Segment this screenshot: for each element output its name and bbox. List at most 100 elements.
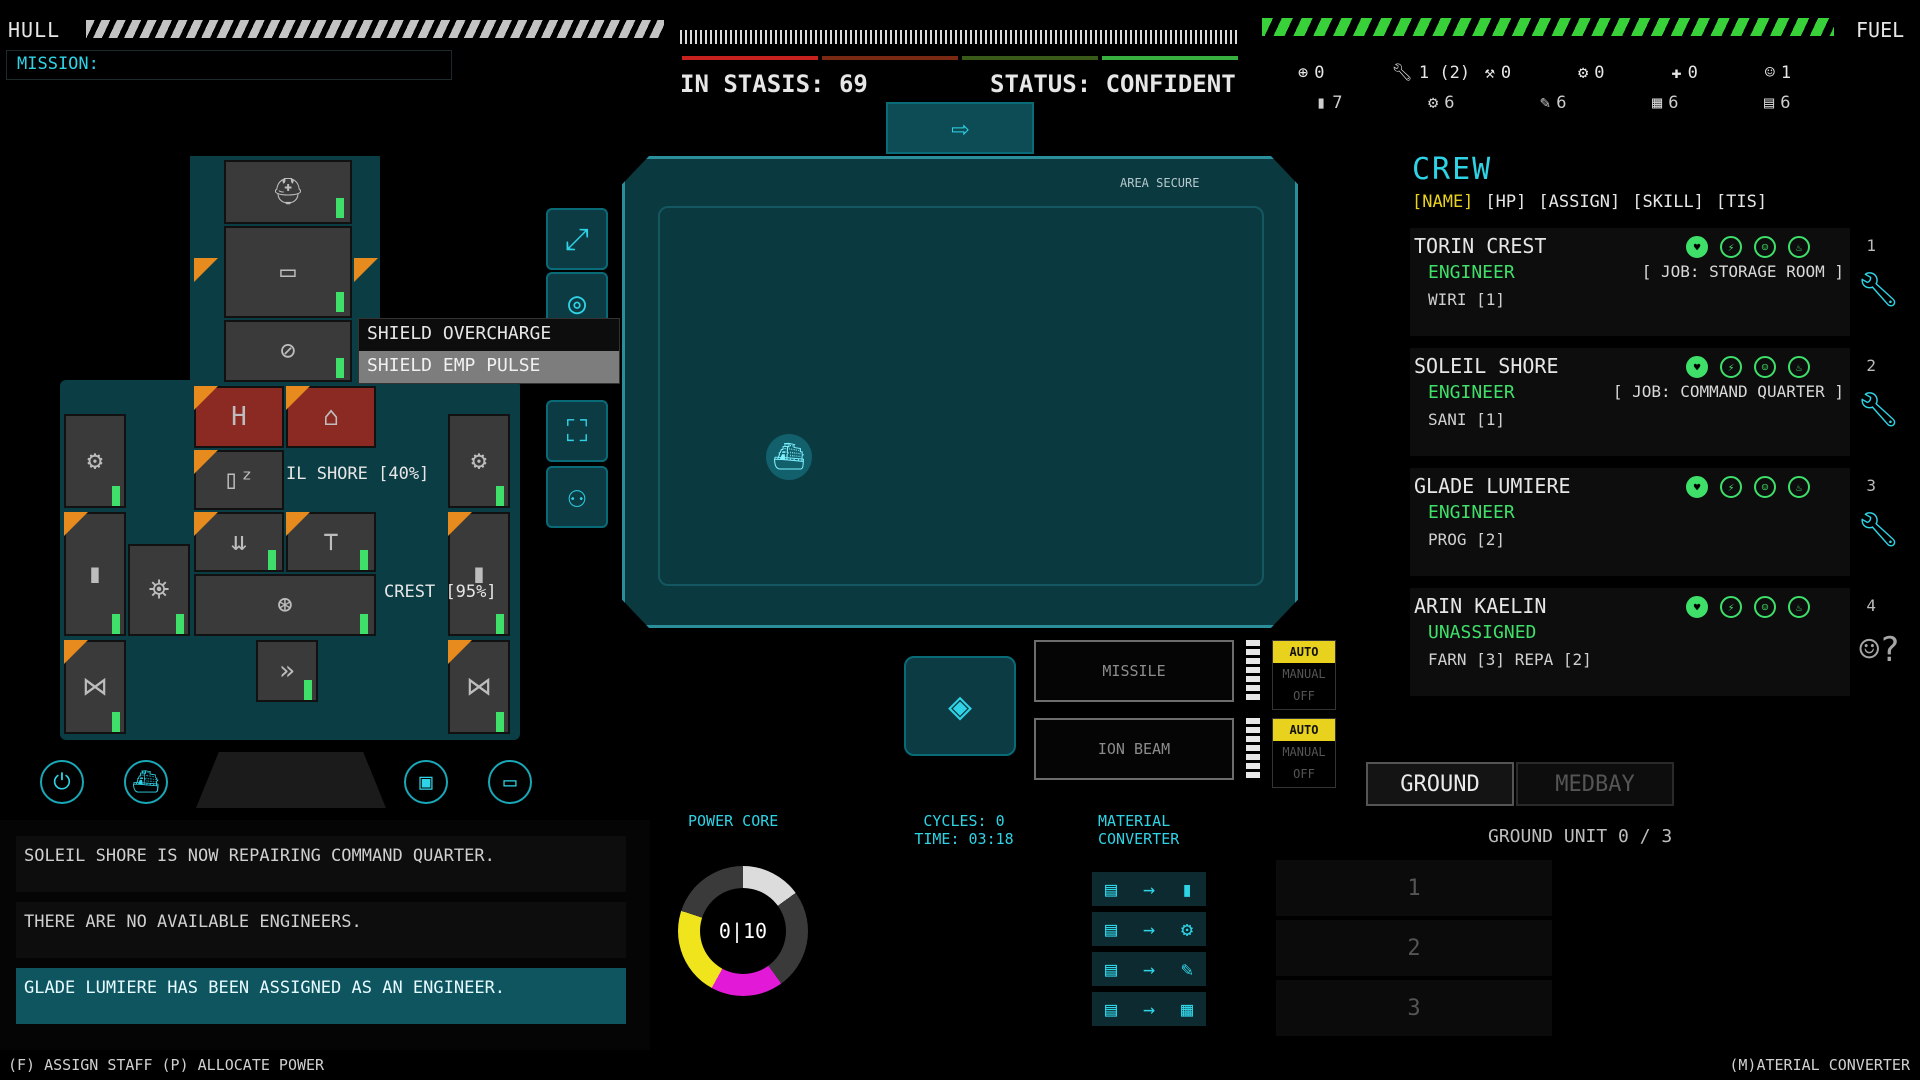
damage-tag <box>448 512 472 536</box>
fuel-label: FUEL <box>1856 18 1905 42</box>
damage-tag <box>286 512 310 536</box>
crew-status: STATUS: CONFIDENT <box>990 70 1236 98</box>
convert-to-bars[interactable]: ▤ → ▮ <box>1092 872 1206 906</box>
room-engine[interactable]: » <box>256 640 318 702</box>
launch-button[interactable]: ⇨ <box>886 102 1034 154</box>
crew-card-glade-lumiere[interactable]: GLADE LUMIERE ♥ ⚡ ☺ ♨ ENGINEER PROG [2] 3 🔧… <box>1410 468 1900 576</box>
ion-beam-mode-selector[interactable]: AUTO MANUAL OFF <box>1272 718 1336 788</box>
cycles-readout: CYCLES: 0 TIME: 03:18 <box>914 812 1014 848</box>
crew-card-soleil-shore[interactable]: SOLEIL SHORE ♥ ⚡ ☺ ♨ ENGINEER [ JOB: COMMAN… <box>1410 348 1900 456</box>
sort-hp[interactable]: [HP] <box>1485 192 1526 212</box>
resource-pickaxe: ⚒ 0 <box>1484 63 1512 83</box>
reactor-icon: ⊛ <box>277 590 293 620</box>
tab-ground[interactable]: GROUND <box>1366 762 1514 806</box>
crew-skill: PROG [2] <box>1428 530 1506 549</box>
briefcase-icon: ▣ <box>419 769 433 795</box>
power-core-title: POWER CORE <box>688 812 779 830</box>
sort-name[interactable]: [NAME] <box>1412 192 1473 212</box>
ground-slot[interactable]: 2 <box>1276 920 1552 976</box>
shield-menu: SHIELD OVERCHARGE SHIELD EMP PULSE <box>358 318 620 384</box>
stasis-tick-bar <box>680 30 1240 44</box>
ship-view-button[interactable]: ⛴ <box>124 760 168 804</box>
tools-icon: ⚙ <box>1577 63 1589 83</box>
crew-title: CREW <box>1412 152 1493 187</box>
crew-number: 2 <box>1866 356 1876 375</box>
weapon-slot-ion-beam[interactable]: ION BEAM <box>1034 718 1234 780</box>
crew-name: TORIN CREST <box>1414 234 1547 258</box>
bed-button[interactable]: ▭ <box>488 760 532 804</box>
sort-skill[interactable]: [SKILL] <box>1632 192 1704 212</box>
convert-to-pen[interactable]: ▤ → ✎ <box>1092 952 1206 986</box>
stack-icon: ▤ <box>1764 93 1775 113</box>
room-right-a[interactable]: ⚙ <box>448 414 510 508</box>
power-core-value: 0|10 <box>700 888 786 974</box>
room-left-a[interactable]: ⚙ <box>64 414 126 508</box>
resource-gear-clock: ⊕ 0 <box>1298 63 1325 83</box>
mood-icon: ☺ <box>1754 596 1776 618</box>
helmet-icon: ⛑ <box>271 177 305 207</box>
mood-icon: ☺ <box>1754 356 1776 378</box>
sort-assign[interactable]: [ASSIGN] <box>1538 192 1620 212</box>
missile-mode-off[interactable]: OFF <box>1273 685 1335 707</box>
hull-label: HULL <box>8 18 61 42</box>
hull-bar <box>86 20 664 38</box>
missile-mode-manual[interactable]: MANUAL <box>1273 663 1335 685</box>
menu-shield-overcharge[interactable]: SHIELD OVERCHARGE <box>359 319 619 351</box>
ship-icon: ⛴ <box>772 442 806 472</box>
resource-pen: ✎ 6 <box>1540 93 1567 113</box>
crew-card-torin-crest[interactable]: TORIN CREST ♥ ⚡ ☺ ♨ ENGINEER [ JOB: STORAGE… <box>1410 228 1900 336</box>
ground-slot[interactable]: 1 <box>1276 860 1552 916</box>
health-icon: ♥ <box>1686 356 1708 378</box>
food-icon: ♨ <box>1788 356 1810 378</box>
scan-icon: ⛶ <box>566 413 588 449</box>
repair-drone-button[interactable]: ⤢ <box>546 208 608 270</box>
convert-to-gear[interactable]: ▤ → ⚙ <box>1092 912 1206 946</box>
resource-gear: ⚙ 6 <box>1428 93 1455 113</box>
crew-transfer-button[interactable]: ⚇ <box>546 466 608 528</box>
wrench-icon: 🔧︎ <box>1856 390 1900 430</box>
damage-tag <box>64 640 88 664</box>
pen-icon: ✎ <box>1180 957 1194 981</box>
energy-icon: ⚡ <box>1720 476 1742 498</box>
weapon-slot-missile[interactable]: MISSILE <box>1034 640 1234 702</box>
shield-icon: ◎ <box>567 285 587 321</box>
room-bridge[interactable]: ⛑ <box>224 160 352 224</box>
ion-beam-mode-off[interactable]: OFF <box>1273 763 1335 785</box>
mission-label: MISSION: <box>17 54 99 74</box>
resource-blocks: ▦ 6 <box>1652 93 1679 113</box>
room-left-c[interactable]: ⛯ <box>128 544 190 636</box>
missile-mode-selector[interactable]: AUTO MANUAL OFF <box>1272 640 1336 710</box>
power-button[interactable]: ⏻ <box>40 760 84 804</box>
crew-skill: SANI [1] <box>1428 410 1506 429</box>
arrow-right-icon: → <box>1142 877 1156 901</box>
alert-icon: ⊘ <box>280 336 296 366</box>
resource-wrench: 🔧︎ 1 (2) <box>1391 63 1471 83</box>
weapon-fire-button[interactable]: ◈ <box>904 656 1016 756</box>
in-stasis-count: IN STASIS: 69 <box>680 70 868 98</box>
sort-tis[interactable]: [TIS] <box>1716 192 1767 212</box>
room-reactor[interactable]: ⊛ <box>194 574 376 636</box>
crew-pair-icon: ⚇ <box>567 479 587 515</box>
convert-to-blocks[interactable]: ▤ → ▦ <box>1092 992 1206 1026</box>
menu-shield-emp-pulse[interactable]: SHIELD EMP PULSE <box>359 351 619 383</box>
player-ship-marker[interactable]: ⛴ <box>766 434 812 480</box>
crew-skill: WIRI [1] <box>1428 290 1506 309</box>
room-alert[interactable]: ⊘ <box>224 320 352 382</box>
crew-card-arin-kaelin[interactable]: ARIN KAELIN ♥ ⚡ ☺ ♨ UNASSIGNED FARN [3] REP… <box>1410 588 1900 696</box>
inventory-button[interactable]: ▣ <box>404 760 448 804</box>
crew-progress-shore: IL SHORE [40%] <box>286 464 430 484</box>
ground-slot[interactable]: 3 <box>1276 980 1552 1036</box>
bed-icon: ▭ <box>503 769 517 795</box>
resource-drill: ✚ 0 <box>1671 63 1698 83</box>
arrow-right-icon: → <box>1142 917 1156 941</box>
wrench-icon: 🔧︎ <box>1391 63 1413 83</box>
room-quarters[interactable]: ▭ <box>224 226 352 318</box>
ion-beam-mode-manual[interactable]: MANUAL <box>1273 741 1335 763</box>
tab-medbay[interactable]: MEDBAY <box>1516 762 1674 806</box>
crew-job: [ JOB: STORAGE ROOM ] <box>1641 262 1844 281</box>
missile-mode-auto[interactable]: AUTO <box>1273 641 1335 663</box>
mood-icon: ☺ <box>1754 476 1776 498</box>
scan-button[interactable]: ⛶ <box>546 400 608 462</box>
ship-icon: ⛴ <box>132 769 160 795</box>
ion-beam-mode-auto[interactable]: AUTO <box>1273 719 1335 741</box>
